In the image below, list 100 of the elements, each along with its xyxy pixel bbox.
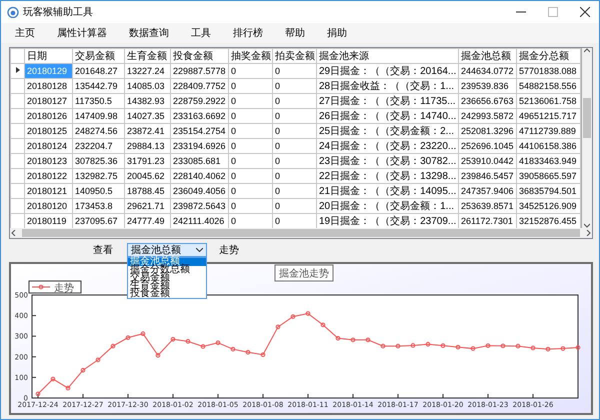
- point: [380, 344, 386, 348]
- column-header[interactable]: 抽奖金额: [228, 48, 272, 64]
- table-cell: 233163.6692: [170, 108, 228, 124]
- point: [546, 346, 550, 352]
- table-cell: 0: [228, 168, 272, 184]
- point: [350, 338, 356, 342]
- table-cell: 236049.4056: [170, 183, 228, 198]
- column-header[interactable]: 投食金额: [170, 48, 228, 64]
- vertical-scrollbar[interactable]: [582, 48, 592, 228]
- table-cell: 201648.27: [72, 63, 124, 78]
- menu-item[interactable]: 帮助: [281, 24, 309, 42]
- table-cell: 0: [228, 78, 272, 94]
- point: [276, 324, 280, 330]
- table-cell: 23日掘金：（（交易：30782...: [316, 153, 458, 168]
- point: [336, 336, 340, 341]
- table-cell: 252081.3296: [458, 123, 516, 138]
- maximize-icon: [548, 7, 558, 17]
- table-cell: 24日掘金：（（交易：23220...: [316, 138, 458, 154]
- table-cell: 20180121: [24, 183, 72, 198]
- table-cell: 20180129: [24, 63, 72, 78]
- column-header[interactable]: 日期: [24, 48, 72, 64]
- table-cell: 19日掘金：（（交易：23709...: [316, 213, 458, 228]
- table-cell: 232204.7: [72, 138, 124, 154]
- table-cell: 54882158.556: [516, 78, 580, 94]
- table-cell: 14027.35: [124, 108, 170, 124]
- table-cell: 25日掘金：（（交易金额：2...: [316, 123, 458, 138]
- point: [50, 376, 56, 382]
- table-cell: 21日掘金：（（交易：14095...: [316, 183, 458, 198]
- point: [140, 331, 146, 336]
- table-cell: 117350.5: [72, 93, 124, 108]
- table-cell: 0: [228, 153, 272, 168]
- table-cell: 44106158.386: [516, 138, 580, 154]
- table-cell: 31791.23: [124, 153, 170, 168]
- table-cell: 0: [272, 153, 316, 168]
- table-cell: 0: [228, 93, 272, 108]
- table-cell: 248274.56: [72, 123, 124, 138]
- table-cell: 14085.03: [124, 78, 170, 94]
- table-cell: 247357.9406: [458, 183, 516, 198]
- table-cell: 0: [272, 213, 316, 228]
- menu-item[interactable]: 数据查询: [125, 24, 173, 42]
- point: [96, 358, 100, 362]
- scrollbar-thumb[interactable]: [583, 98, 591, 138]
- table-cell: 242111.4026: [170, 213, 228, 228]
- table-cell: 140950.5: [72, 183, 124, 198]
- table-cell: 49651215.717: [516, 108, 580, 124]
- table-cell: 0: [228, 108, 272, 124]
- table-cell: 228409.7752: [170, 78, 228, 94]
- table-cell: 29621.71: [124, 198, 170, 214]
- point: [306, 311, 310, 316]
- table-cell: 52136061.758: [516, 93, 580, 108]
- table-cell: 24777.49: [124, 213, 170, 228]
- point: [126, 335, 130, 340]
- table-cell: 22日掘金：（（交易：13298...: [316, 168, 458, 184]
- table-cell: 253910.0442: [458, 153, 516, 168]
- column-header[interactable]: 交易金额: [72, 48, 124, 64]
- table-cell: 20180124: [24, 138, 72, 154]
- column-header[interactable]: 生育金额: [124, 48, 170, 64]
- table-cell: 244634.0772: [458, 63, 516, 78]
- table-cell: 0: [272, 198, 316, 214]
- metric-dropdown[interactable]: 掘金池总额: [127, 243, 207, 258]
- table-cell: 173453.8: [72, 198, 124, 214]
- column-header[interactable]: 掘金池总额: [458, 48, 516, 64]
- column-header[interactable]: 掘金分总额: [516, 48, 580, 64]
- menu-item[interactable]: 工具: [187, 24, 215, 42]
- chart-legend: 走势: [28, 280, 82, 294]
- table-cell: 39058665.597: [516, 168, 580, 184]
- point: [246, 350, 250, 355]
- menu-item[interactable]: 主页: [11, 24, 39, 42]
- point: [426, 342, 430, 347]
- scroll-left-icon[interactable]: [10, 230, 18, 236]
- caret-icon: [196, 248, 203, 252]
- table-cell: 20180119: [24, 213, 72, 228]
- legend-label: 走势: [54, 282, 74, 294]
- table-cell: 13227.24: [124, 63, 170, 78]
- point: [500, 344, 506, 348]
- menu-item[interactable]: 属性计算器: [53, 24, 111, 42]
- chart-title: 掘金池走势: [279, 268, 329, 280]
- table-cell: 0: [228, 213, 272, 228]
- table-cell: 239872.5643: [170, 198, 228, 214]
- table-cell: 135442.79: [72, 78, 124, 94]
- point: [156, 353, 160, 358]
- table-cell: 41833463.949: [516, 153, 580, 168]
- table-cell: 20180128: [24, 78, 72, 94]
- point: [576, 345, 580, 350]
- close-icon: [580, 7, 590, 17]
- scroll-up-icon[interactable]: [584, 48, 590, 54]
- table-cell: 36835794.501: [516, 183, 580, 198]
- table-cell: 239539.836: [458, 78, 516, 94]
- column-header[interactable]: 掘金池来源: [316, 48, 458, 64]
- scroll-right-icon[interactable]: [584, 230, 592, 236]
- table-cell: 20180123: [24, 153, 72, 168]
- menu-item[interactable]: 捐助: [323, 24, 351, 42]
- horizontal-scrollbar[interactable]: [10, 228, 592, 238]
- scroll-down-icon[interactable]: [584, 222, 590, 228]
- menu-item[interactable]: 排行榜: [229, 24, 267, 42]
- table-cell: 0: [228, 123, 272, 138]
- column-header[interactable]: 拍卖金额: [272, 48, 316, 64]
- table-cell: 20180126: [24, 108, 72, 124]
- table-cell: 0: [228, 63, 272, 78]
- point: [66, 386, 70, 390]
